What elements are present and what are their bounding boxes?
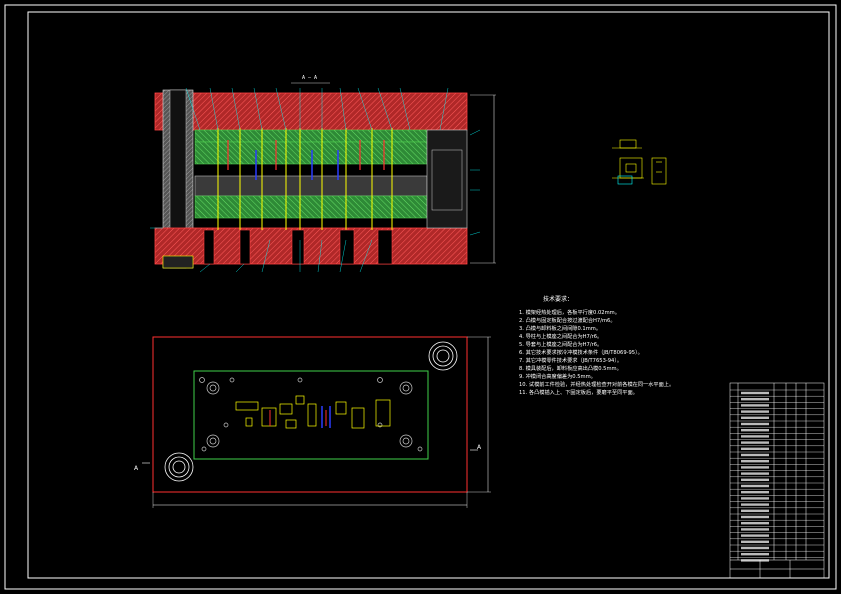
bom-row-text-placeholder <box>741 553 769 556</box>
section-label: A — A <box>302 75 318 81</box>
bom-row-text-placeholder <box>741 435 769 438</box>
bom-row-text-placeholder <box>741 466 769 469</box>
bom-row-text-placeholder <box>741 441 769 444</box>
bom-row-text-placeholder <box>741 540 769 543</box>
bom-rows <box>730 389 824 562</box>
requirement-item: 6. 其它技术要求按冷冲模技术条件（JB/T8069-95）。 <box>519 350 643 356</box>
requirement-item: 5. 导套与上模座之间配合为H7/r6。 <box>519 342 603 348</box>
bom-row-text-placeholder <box>741 416 769 419</box>
bom-row-text-placeholder <box>741 478 769 481</box>
view-marker-left: A <box>134 465 139 472</box>
bom-row-text-placeholder <box>741 404 769 407</box>
bom-row-text-placeholder <box>741 460 769 463</box>
bom-row-text-placeholder <box>741 410 769 413</box>
bom-row-text-placeholder <box>741 528 769 531</box>
bom-row-text-placeholder <box>741 522 769 525</box>
lower-die-base <box>154 227 468 265</box>
requirement-item: 10. 试模前工件检验，并经热处理检查开对前各模在同一水平面上。 <box>519 382 675 388</box>
bom-row-text-placeholder <box>741 472 769 475</box>
view-marker-right: A <box>477 444 482 451</box>
bom-row-text-placeholder <box>741 515 769 519</box>
requirement-item: 1. 模架经热处理后，各板平行度0.02mm。 <box>519 310 620 316</box>
bom-row-text-placeholder <box>741 534 769 537</box>
title-block-bottom <box>730 559 824 578</box>
bom-row-text-placeholder <box>741 429 769 432</box>
plan-view <box>142 336 491 508</box>
bom-row-text-placeholder <box>741 453 769 457</box>
requirement-item: 7. 其它冲模零件技术要求（JB/T7653-94）。 <box>519 358 623 364</box>
technical-requirements-title: 技术要求： <box>543 296 574 303</box>
upper-die-base <box>154 92 468 131</box>
bom-row-text-placeholder <box>741 559 769 562</box>
bom-row-text-placeholder <box>741 509 769 512</box>
section-view <box>150 82 496 273</box>
bom-row-text-placeholder <box>741 503 769 506</box>
requirement-item: 8. 模具装配后，卸料板应高出凸模0.5mm。 <box>519 366 622 372</box>
detail-view <box>612 139 667 185</box>
requirement-item: 11. 各凸模插入上、下固定板后，要磨平至同平面。 <box>519 390 638 396</box>
bom-row-text-placeholder <box>741 491 769 494</box>
lower-die-base-plan <box>152 336 468 493</box>
requirement-item: 9. 冲模闭合高度偏差为0.5mm。 <box>519 374 596 380</box>
bom-row-text-placeholder <box>741 447 769 450</box>
bom-row-text-placeholder <box>741 546 769 550</box>
requirement-item: 4. 导柱与上模座之间配合为H7/r6。 <box>519 334 603 340</box>
bom-row-text-placeholder <box>741 484 769 488</box>
requirement-item: 2. 凸模与固定板配合按过渡配合H7/m6。 <box>519 318 616 324</box>
die-plate-plan <box>193 370 429 460</box>
bom-row-text-placeholder <box>741 497 769 500</box>
bom-row-text-placeholder <box>741 391 769 395</box>
technical-requirements: 技术要求： 1. 模架经热处理后，各板平行度0.02mm。 2. 凸模与固定板配… <box>519 296 734 397</box>
requirement-item: 3. 凸模与卸料板之间间隙0.1mm。 <box>519 326 602 332</box>
bom-row-text-placeholder <box>741 422 769 426</box>
bom-row-text-placeholder <box>741 398 769 401</box>
